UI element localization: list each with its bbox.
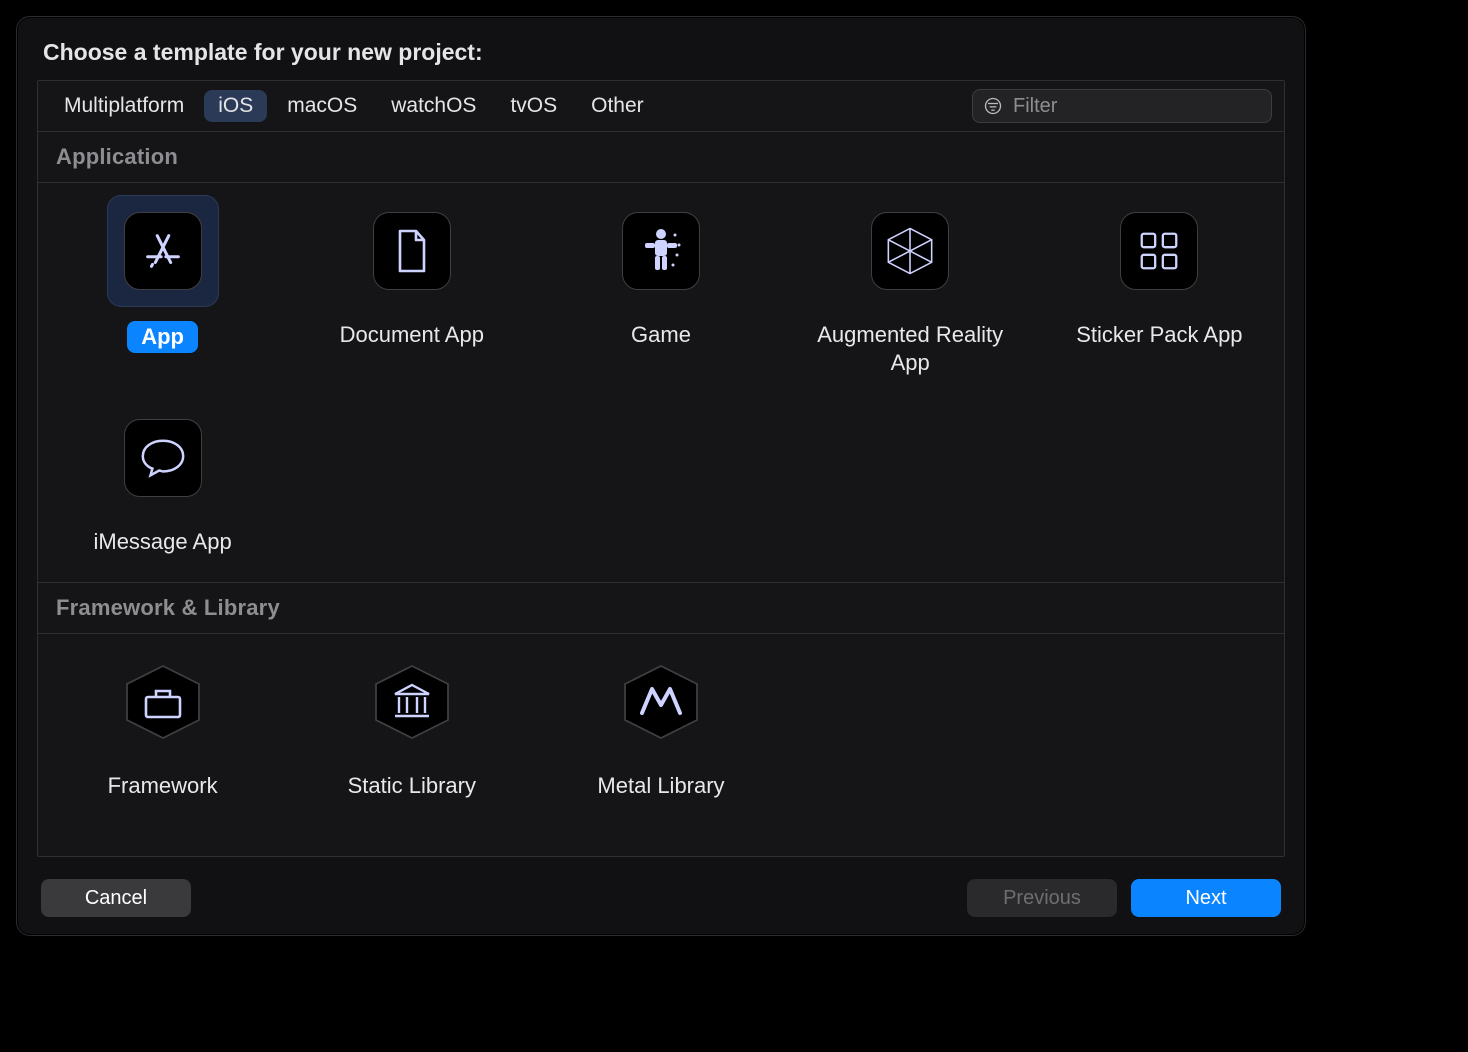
tab-watchos[interactable]: watchOS [377,90,490,122]
tab-tvos[interactable]: tvOS [496,90,571,122]
template-game[interactable]: Game [536,197,785,376]
filter-field[interactable] [972,89,1272,123]
template-label: Document App [340,321,484,349]
template-document-app[interactable]: Document App [287,197,536,376]
appstore-icon [140,228,186,274]
template-label: Framework [108,772,218,800]
template-label: App [127,321,198,353]
filter-icon [983,96,1003,116]
template-sticker-pack-app[interactable]: Sticker Pack App [1035,197,1284,376]
tab-multiplatform[interactable]: Multiplatform [50,90,198,122]
template-label: Augmented Reality App [810,321,1010,376]
template-panel: Multiplatform iOS macOS watchOS tvOS Oth… [37,80,1285,857]
sheet-title: Choose a template for your new project: [43,39,1285,66]
imessage-icon [138,435,188,481]
template-label: Game [631,321,691,349]
section-header-application: Application [38,132,1284,183]
template-label: Metal Library [597,772,724,800]
template-label: iMessage App [93,528,231,556]
cancel-button[interactable]: Cancel [41,879,191,917]
tab-macos[interactable]: macOS [273,90,371,122]
template-static-library[interactable]: Static Library [287,648,536,800]
previous-button: Previous [967,879,1117,917]
section-header-framework-library: Framework & Library [38,583,1284,634]
template-label: Sticker Pack App [1076,321,1242,349]
metal-icon [620,663,702,741]
footer-buttons: Cancel Previous Next [37,857,1285,917]
arkit-icon [884,225,936,277]
template-augmented-reality-app[interactable]: Augmented Reality App [786,197,1035,376]
template-metal-library[interactable]: Metal Library [536,648,785,800]
next-button[interactable]: Next [1131,879,1281,917]
tab-ios[interactable]: iOS [204,90,267,122]
stickers-icon [1136,228,1182,274]
template-framework[interactable]: Framework [38,648,287,800]
tab-other[interactable]: Other [577,90,658,122]
library-icon [371,663,453,741]
document-icon [391,227,433,275]
section-application: App Document [38,183,1284,583]
framework-icon [122,663,204,741]
template-imessage-app[interactable]: iMessage App [38,404,287,556]
template-app[interactable]: App [38,197,287,376]
new-project-sheet: Choose a template for your new project: … [16,16,1306,936]
section-framework-library: Framework [38,634,1284,826]
template-label: Static Library [348,772,476,800]
filter-input[interactable] [1011,94,1280,119]
platform-tabbar: Multiplatform iOS macOS watchOS tvOS Oth… [38,81,1284,132]
game-icon [637,225,685,277]
